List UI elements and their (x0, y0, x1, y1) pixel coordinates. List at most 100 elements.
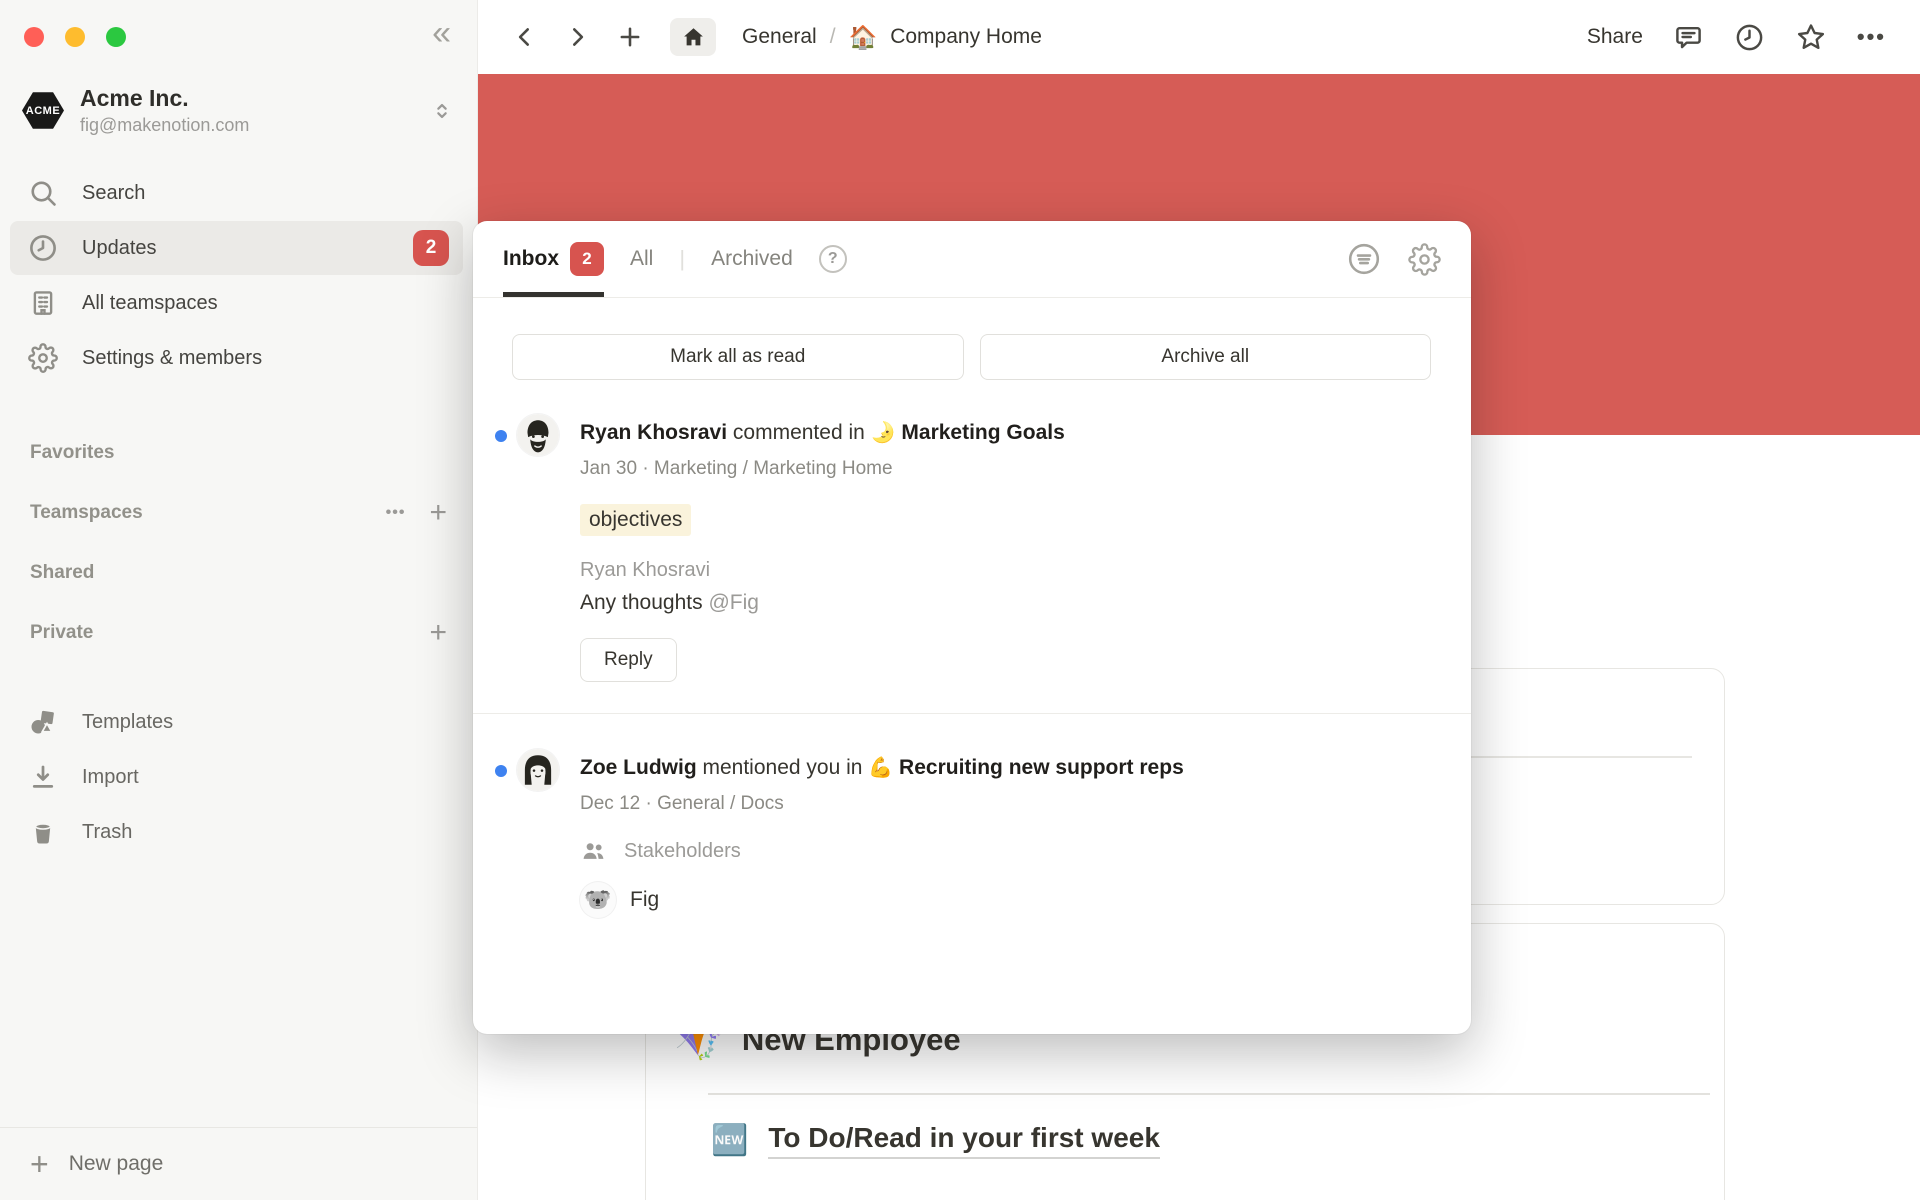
target-page[interactable]: Marketing Goals (901, 421, 1064, 444)
notification-meta: Dec 12 · General / Docs (580, 793, 1427, 815)
tab-inbox[interactable]: Inbox 2 (503, 221, 604, 297)
tab-archived[interactable]: Archived (711, 221, 793, 297)
fullscreen-window-button[interactable] (106, 27, 126, 47)
share-button[interactable]: Share (1587, 25, 1643, 49)
tab-label: All (630, 247, 653, 271)
breadcrumb-separator: / (830, 25, 836, 49)
moon-emoji: 🌛 (871, 422, 896, 444)
home-icon (681, 25, 706, 50)
workspace-name: Acme Inc. (80, 84, 415, 113)
sidebar-item-settings[interactable]: Settings & members (10, 331, 463, 385)
sidebar-section-private[interactable]: Private + (0, 603, 477, 663)
sidebar: « ACME Acme Inc. fig@makenotion.com Sear… (0, 0, 478, 1200)
sidebar-item-label: Settings & members (82, 347, 262, 370)
page-link-row: 🆕 To Do/Read in your first week (711, 1122, 1160, 1159)
notification-item[interactable]: Zoe Ludwig mentioned you in 💪 Recruiting… (473, 752, 1471, 918)
reply-button[interactable]: Reply (580, 638, 677, 682)
topbar: General / 🏠 Company Home Share ••• (478, 0, 1920, 74)
notification-divider (473, 713, 1471, 714)
sidebar-item-all-teamspaces[interactable]: All teamspaces (10, 276, 463, 330)
notification-summary: Zoe Ludwig mentioned you in 💪 Recruiting… (580, 752, 1260, 784)
sidebar-item-templates[interactable]: Templates (10, 695, 463, 749)
home-button[interactable] (670, 18, 716, 56)
updates-inbox-popover: Inbox 2 All | Archived ? Mark all as rea… (473, 221, 1471, 1034)
breadcrumb: General / 🏠 Company Home (742, 24, 1042, 51)
notification-item[interactable]: Ryan Khosravi commented in 🌛 Marketing G… (473, 417, 1471, 682)
unread-dot (495, 430, 507, 442)
archive-all-button[interactable]: Archive all (980, 334, 1432, 380)
trash-icon (28, 817, 58, 847)
section-label: Private (30, 622, 93, 644)
sidebar-collapse-icon[interactable]: « (432, 16, 451, 50)
avatar (517, 749, 559, 791)
sidebar-item-label: Templates (82, 711, 173, 734)
comments-icon[interactable] (1673, 22, 1704, 53)
inbox-bulk-actions: Mark all as read Archive all (473, 298, 1471, 380)
sidebar-sections: Favorites Teamspaces ••• + Shared Privat… (0, 423, 477, 663)
add-teamspace-icon[interactable]: + (429, 498, 447, 528)
mark-all-read-button[interactable]: Mark all as read (512, 334, 964, 380)
section-label: Favorites (30, 442, 114, 464)
sidebar-section-favorites[interactable]: Favorites (0, 423, 477, 483)
new-page-label: New page (69, 1152, 164, 1176)
actor-name: Ryan Khosravi (580, 421, 727, 444)
history-clock-icon[interactable] (1734, 22, 1765, 53)
breadcrumb-page-title[interactable]: Company Home (890, 25, 1042, 49)
sidebar-item-updates[interactable]: Updates 2 (10, 221, 463, 275)
mention-link[interactable]: @Fig (708, 591, 759, 614)
target-page[interactable]: Recruiting new support reps (899, 756, 1184, 779)
workspace-switcher[interactable]: ACME Acme Inc. fig@makenotion.com (22, 84, 467, 137)
updates-count-badge: 2 (413, 230, 449, 266)
sidebar-item-trash[interactable]: Trash (10, 805, 463, 859)
filter-icon[interactable] (1346, 241, 1382, 277)
comment-text: Any thoughts (580, 591, 703, 614)
sidebar-section-teamspaces[interactable]: Teamspaces ••• + (0, 483, 477, 543)
more-options-icon[interactable]: ••• (386, 504, 406, 522)
settings-gear-icon[interactable] (1408, 243, 1441, 276)
forward-icon[interactable] (564, 24, 590, 50)
favorite-star-icon[interactable] (1795, 21, 1827, 53)
breadcrumb-teamspace[interactable]: General (742, 25, 817, 49)
sidebar-tools: Templates Import Trash (0, 694, 477, 860)
plus-icon: + (30, 1148, 49, 1180)
close-window-button[interactable] (24, 27, 44, 47)
tab-all[interactable]: All (630, 221, 653, 297)
action-text: commented in (733, 421, 865, 444)
comment-body: Any thoughts @Fig (580, 591, 1427, 615)
sidebar-item-search[interactable]: Search (10, 166, 463, 220)
notification-summary: Ryan Khosravi commented in 🌛 Marketing G… (580, 417, 1260, 449)
inbox-count-badge: 2 (570, 242, 604, 276)
person-name[interactable]: Fig (630, 888, 659, 912)
sidebar-item-import[interactable]: Import (10, 750, 463, 804)
search-icon (28, 178, 58, 208)
tab-label: Archived (711, 247, 793, 271)
sidebar-item-label: Updates (82, 237, 157, 260)
topbar-actions: Share ••• (1587, 21, 1886, 53)
new-page-button[interactable]: + New page (0, 1127, 477, 1200)
import-icon (28, 762, 58, 792)
gear-icon (28, 343, 58, 373)
more-options-icon[interactable]: ••• (1857, 24, 1886, 50)
comment-author: Ryan Khosravi (580, 559, 1427, 582)
workspace-meta: Acme Inc. fig@makenotion.com (80, 84, 415, 137)
inbox-header: Inbox 2 All | Archived ? (473, 221, 1471, 298)
building-icon (28, 288, 58, 318)
section-label: Shared (30, 562, 94, 584)
help-icon[interactable]: ? (819, 245, 847, 273)
people-icon (580, 838, 607, 865)
workspace-email: fig@makenotion.com (80, 113, 415, 137)
notion-app-window: « ACME Acme Inc. fig@makenotion.com Sear… (0, 0, 1920, 1200)
back-icon[interactable] (512, 24, 538, 50)
templates-icon (28, 707, 58, 737)
property-label: Stakeholders (624, 840, 741, 863)
page-link[interactable]: To Do/Read in your first week (768, 1122, 1160, 1159)
new-emoji: 🆕 (711, 1126, 748, 1156)
topbar-navigation: General / 🏠 Company Home (512, 18, 1042, 56)
clock-icon (28, 233, 58, 263)
new-tab-plus-icon[interactable] (616, 23, 644, 51)
add-private-page-icon[interactable]: + (429, 618, 447, 648)
sidebar-section-shared[interactable]: Shared (0, 543, 477, 603)
sidebar-item-label: Search (82, 182, 145, 205)
minimize-window-button[interactable] (65, 27, 85, 47)
highlighted-text: objectives (580, 504, 691, 536)
